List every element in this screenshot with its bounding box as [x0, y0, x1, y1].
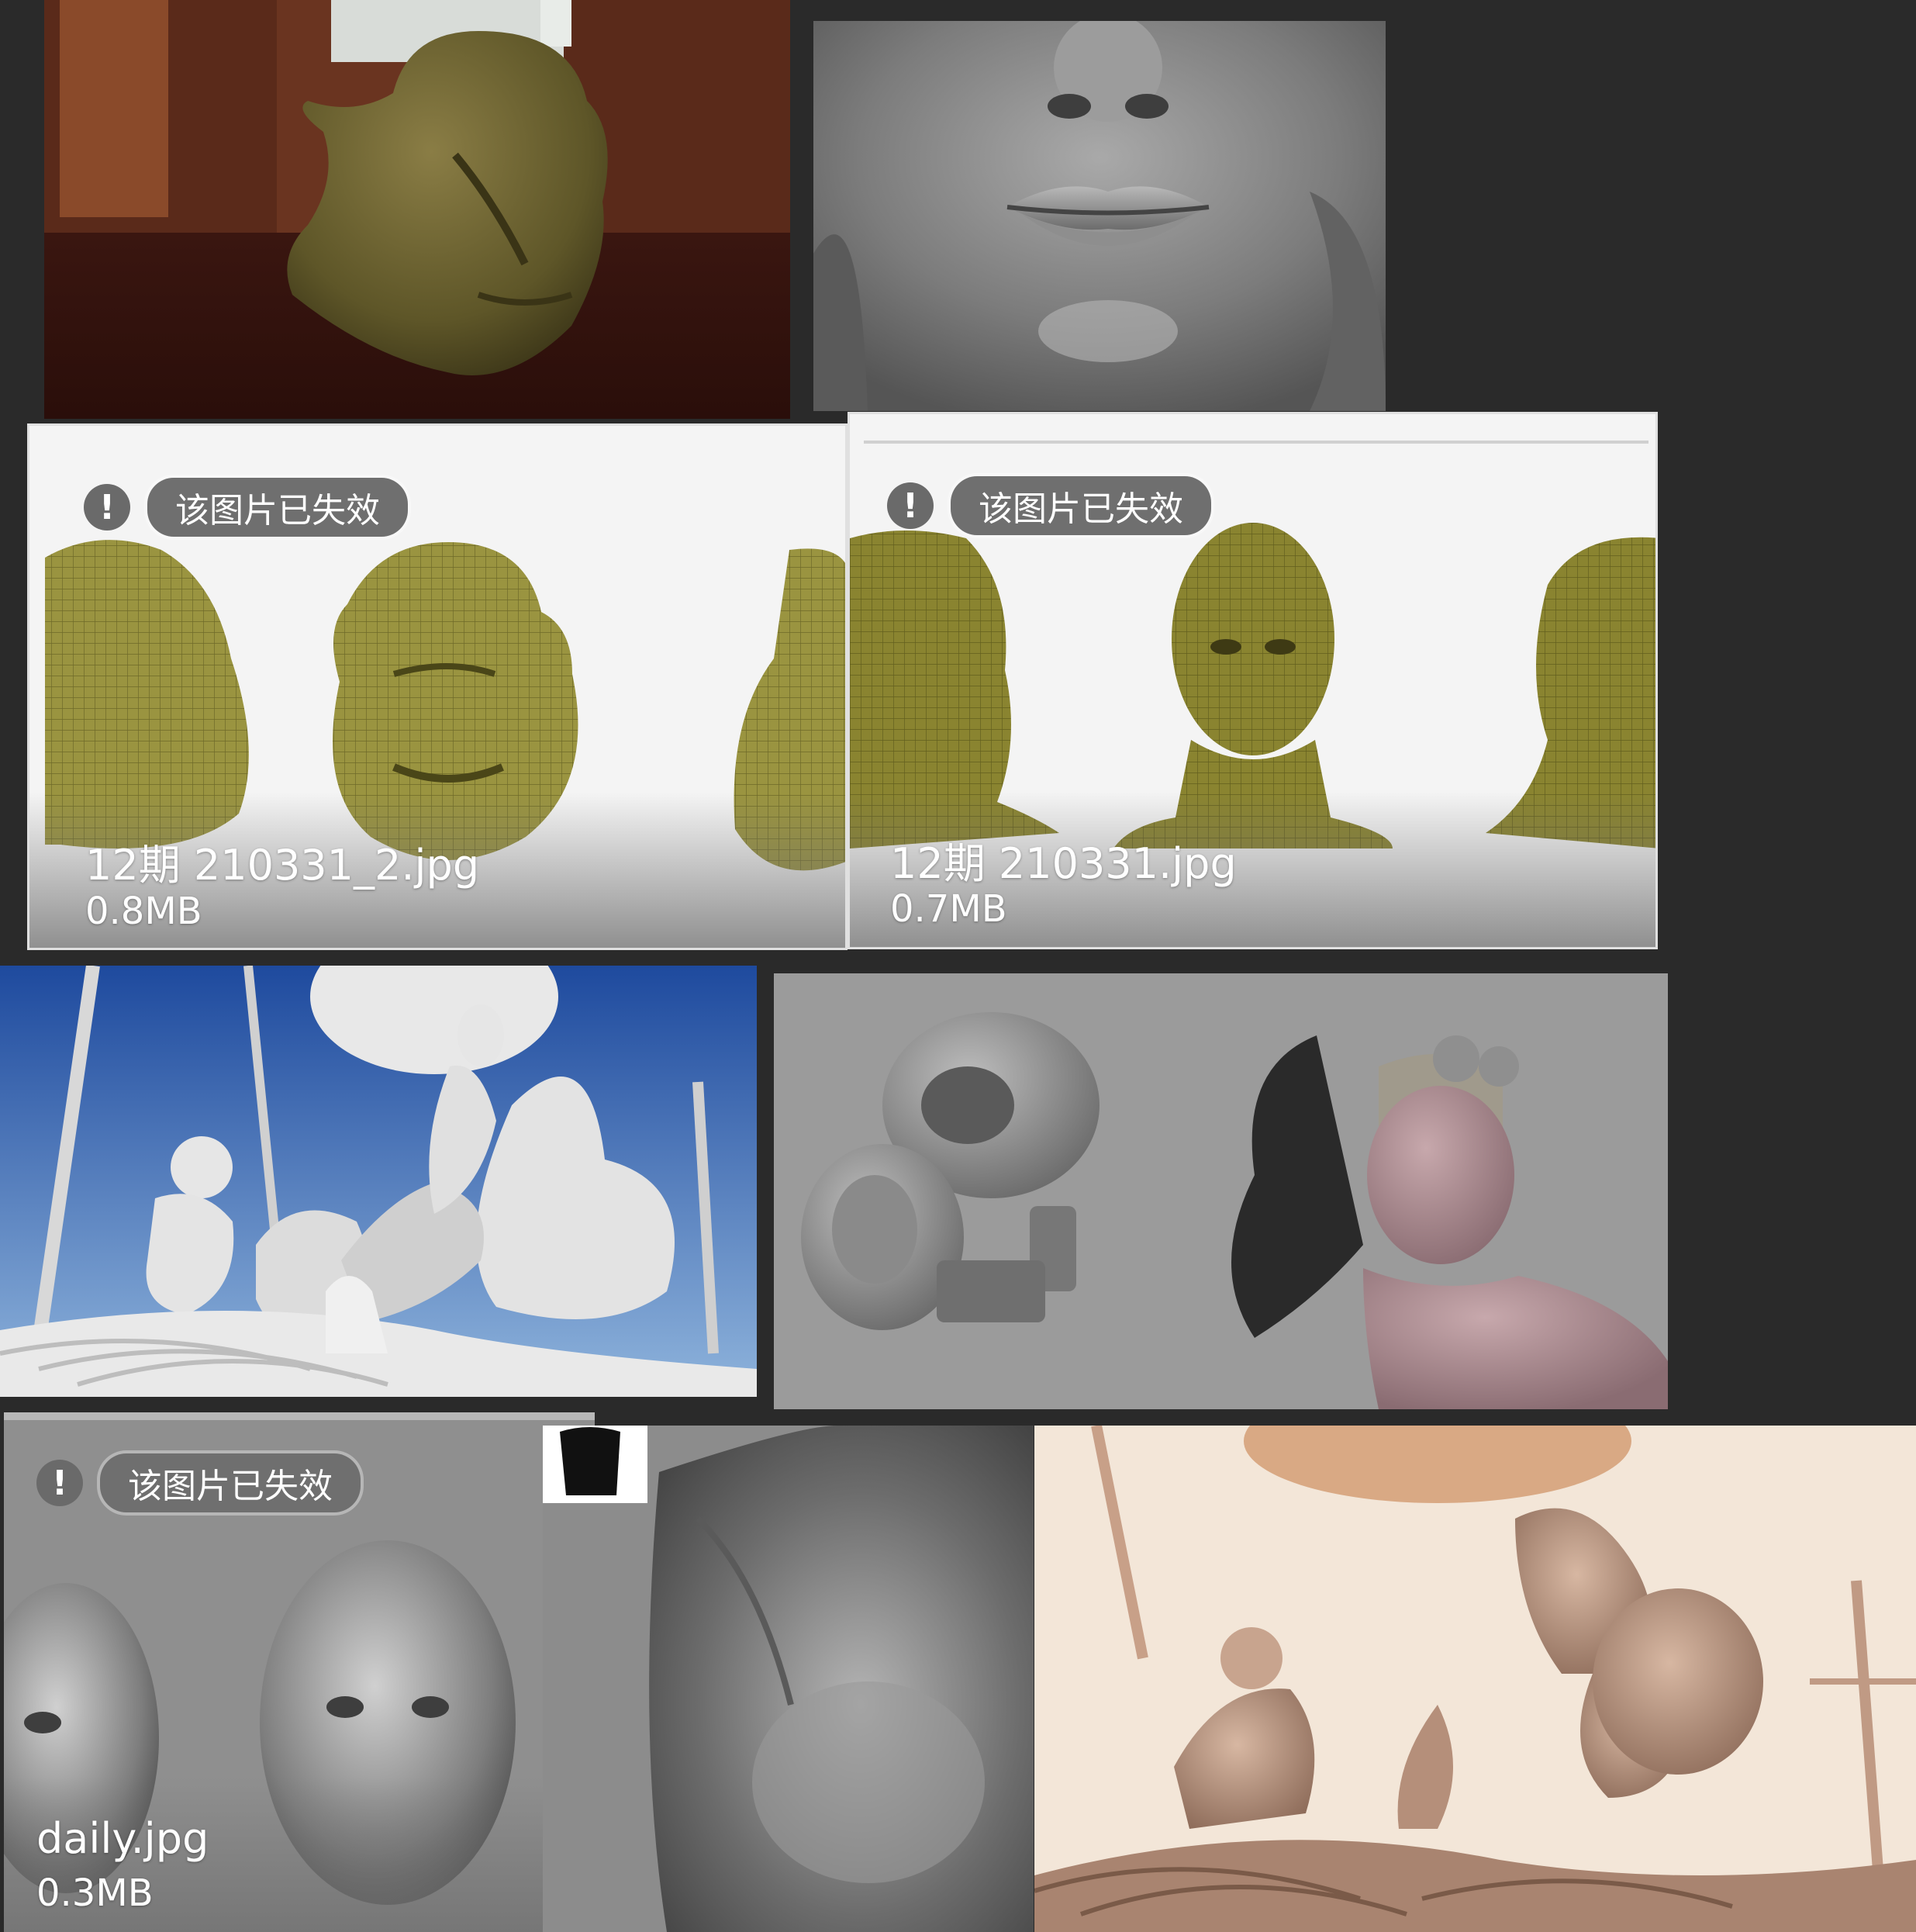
machine-scene-blue-render: [0, 966, 757, 1397]
file-name: daily.jpg: [36, 1814, 209, 1863]
invalid-warning: ! 该图片已失效: [36, 1453, 361, 1512]
helmet-girl-render: [774, 973, 1668, 1409]
warning-icon: !: [887, 482, 934, 529]
file-size: 0.7MB: [890, 887, 1007, 931]
warning-icon: !: [84, 484, 130, 531]
file-name: 12期 210331.jpg: [890, 839, 1237, 888]
file-card-female-head[interactable]: ! 该图片已失效 12期 210331.jpg 0.7MB: [848, 412, 1658, 949]
invalid-warning: ! 该图片已失效: [887, 476, 1211, 535]
file-size: 0.8MB: [85, 890, 202, 933]
invalid-badge: 该图片已失效: [951, 476, 1211, 535]
ogre-room-render: [44, 0, 790, 419]
invalid-badge: 该图片已失效: [100, 1453, 361, 1512]
machine-scene-clay-render: [1034, 1426, 1916, 1932]
file-card-daily[interactable]: ! 该图片已失效 daily.jpg 0.3MB: [4, 1412, 595, 1932]
file-name: 12期 210331_2.jpg: [85, 841, 480, 890]
torso-render: [543, 1426, 1034, 1932]
file-card-ogre[interactable]: ! 该图片已失效 12期 210331_2.jpg 0.8MB: [27, 423, 848, 950]
image-tile-ogre-room[interactable]: [44, 0, 790, 419]
image-tile-torso[interactable]: [543, 1426, 1034, 1932]
file-size: 0.3MB: [36, 1872, 154, 1915]
lips-render: [813, 21, 1386, 411]
image-tile-helmet-girl[interactable]: [774, 973, 1668, 1409]
invalid-badge: 该图片已失效: [147, 478, 408, 537]
warning-icon: !: [36, 1460, 83, 1506]
image-tile-machine-blue[interactable]: [0, 966, 757, 1397]
image-tile-lips[interactable]: [813, 21, 1386, 411]
image-tile-machine-clay[interactable]: [1034, 1426, 1916, 1932]
invalid-warning: ! 该图片已失效: [84, 478, 408, 537]
